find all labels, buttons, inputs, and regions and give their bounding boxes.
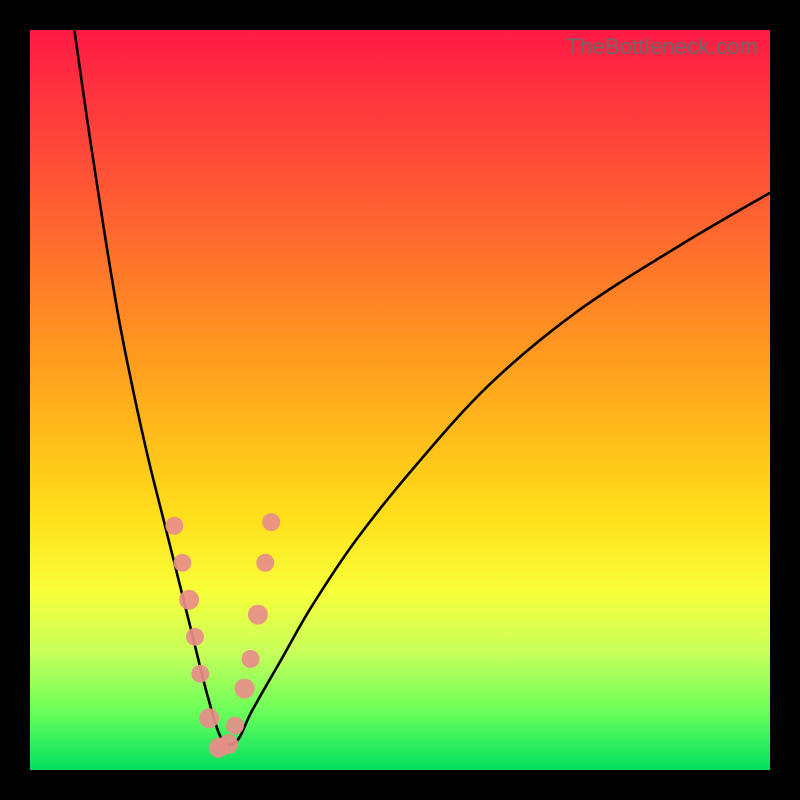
highlight-dot xyxy=(165,517,183,535)
highlight-dot xyxy=(256,554,274,572)
highlight-dot xyxy=(226,717,244,735)
curve-svg xyxy=(30,30,770,770)
highlight-dot xyxy=(242,650,260,668)
highlight-dot xyxy=(173,554,191,572)
highlight-dot xyxy=(262,513,280,531)
highlight-dot xyxy=(235,679,255,699)
plot-area: TheBottleneck.com xyxy=(30,30,770,770)
highlight-dot xyxy=(218,734,238,754)
bottleneck-curve xyxy=(74,30,770,745)
highlight-dot xyxy=(186,628,204,646)
highlight-dot xyxy=(179,590,199,610)
highlight-dots xyxy=(165,513,280,758)
chart-frame: TheBottleneck.com xyxy=(0,0,800,800)
highlight-dot xyxy=(191,665,209,683)
highlight-dot xyxy=(199,708,219,728)
highlight-dot xyxy=(248,605,268,625)
